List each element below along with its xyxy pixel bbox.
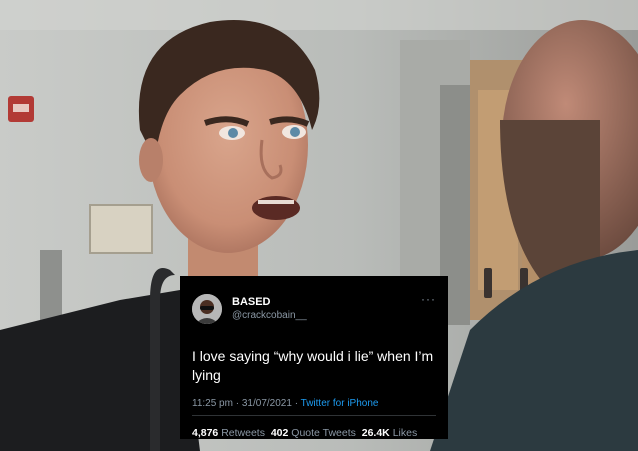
- tweet-time: 11:25 pm: [192, 398, 233, 409]
- retweets-stat[interactable]: 4,876 Retweets: [192, 427, 265, 439]
- retweets-count: 4,876: [192, 427, 219, 439]
- retweets-label: Retweets: [221, 427, 265, 439]
- display-name[interactable]: BASED: [232, 296, 271, 308]
- quote-tweets-count: 402: [270, 427, 289, 439]
- meta-separator: ·: [294, 398, 299, 409]
- user-handle[interactable]: @crackcobain__: [232, 310, 307, 321]
- tweet-source-link[interactable]: Twitter for iPhone: [301, 398, 379, 409]
- meta-separator: ·: [235, 398, 240, 409]
- likes-label: Likes: [392, 427, 418, 439]
- avatar[interactable]: [192, 294, 222, 324]
- quote-tweets-label: Quote Tweets: [291, 427, 356, 439]
- likes-count: 26.4K: [361, 427, 390, 439]
- tweet-meta: 11:25 pm · 31/07/2021 · Twitter for iPho…: [192, 398, 378, 409]
- tweet-text: I love saying “why would i lie” when I’m…: [192, 348, 434, 383]
- divider: [192, 415, 436, 416]
- more-icon[interactable]: ···: [421, 292, 436, 306]
- likes-stat[interactable]: 26.4K Likes: [362, 427, 417, 439]
- avatar-image: [192, 294, 222, 324]
- tweet-date: 31/07/2021: [241, 398, 292, 409]
- tweet-stats: 4,876 Retweets 402 Quote Tweets 26.4K Li…: [192, 427, 417, 439]
- tweet-card: BASED @crackcobain__ ··· I love saying “…: [180, 276, 448, 439]
- quote-tweets-stat[interactable]: 402 Quote Tweets: [271, 427, 356, 439]
